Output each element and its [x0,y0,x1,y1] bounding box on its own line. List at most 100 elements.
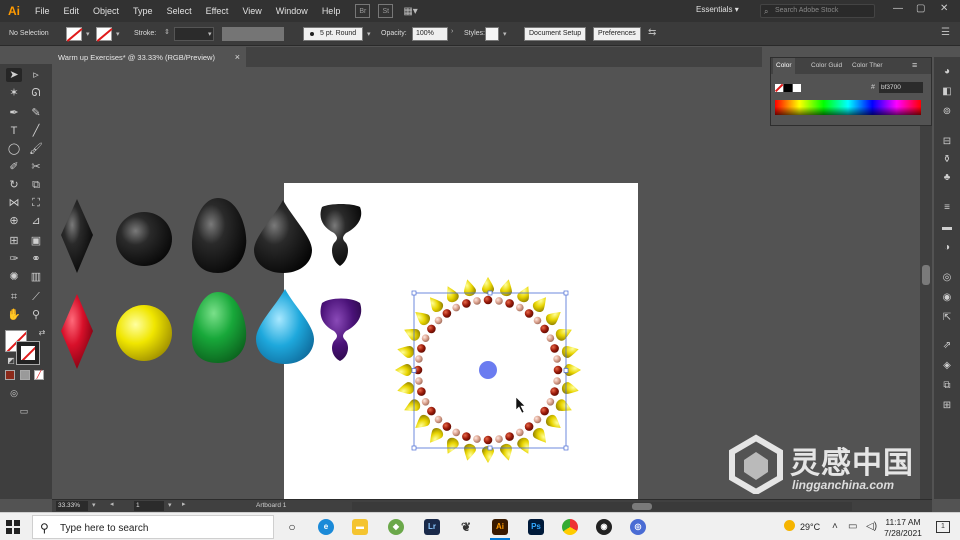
chevron-down-icon[interactable]: ▾ [116,30,120,38]
stock-search-input[interactable]: ⌕ Search Adobe Stock [760,4,875,18]
next-artboard-icon[interactable]: ▸ [182,500,186,508]
graphic-style-swatch[interactable] [485,27,499,41]
preferences-button[interactable]: Preferences [593,27,641,41]
layers-icon[interactable]: ◈ [940,359,954,373]
temperature[interactable]: 29°C [800,522,820,532]
menu-view[interactable]: View [235,6,268,16]
color-mode-icon[interactable] [5,370,15,380]
chrome-icon[interactable] [562,519,578,535]
vertical-scroll-thumb[interactable] [922,265,930,285]
color-themes-icon[interactable]: ⊚ [940,105,954,119]
notifications-icon[interactable]: 1 [936,521,950,533]
variable-width-profile[interactable] [222,27,284,41]
stroke-none-swatch[interactable] [96,27,112,41]
curvature-tool-icon[interactable]: ✎ [28,106,44,120]
lasso-tool-icon[interactable]: ᘏ [28,86,44,100]
chevron-down-icon[interactable]: ▾ [92,501,96,509]
ellipse-tool-icon[interactable]: ◯ [6,142,22,156]
arrange-documents-icon[interactable]: ▦▾ [403,6,417,17]
tab-color-themes[interactable]: Color Ther [852,62,883,69]
gradient-panel-icon[interactable]: ▬ [940,221,954,235]
black-swatch[interactable] [784,84,792,92]
menu-effect[interactable]: Effect [199,6,236,16]
line-tool-icon[interactable]: ╱ [28,124,44,138]
network-icon[interactable]: ▭ [848,521,857,532]
symbol-sprayer-tool-icon[interactable]: ✺ [6,270,22,284]
brush-definition[interactable]: 5 pt. Round [303,27,363,41]
color-panel-icon[interactable]: ◕ [940,65,954,79]
none-swatch[interactable] [775,84,783,92]
app-bird-icon[interactable]: ❦ [458,519,474,535]
stroke-color-swatch[interactable] [16,341,40,365]
width-tool-icon[interactable]: ⋈ [6,196,22,210]
mesh-tool-icon[interactable]: ⊞ [6,234,22,248]
chevron-down-icon[interactable]: ▾ [367,30,371,38]
chevron-right-icon[interactable]: › [451,28,453,35]
column-graph-tool-icon[interactable]: ▥ [28,270,44,284]
volume-icon[interactable]: ◁) [866,521,877,532]
weather-icon[interactable] [784,520,795,531]
illustrator-taskbar-icon[interactable]: Ai [492,519,508,535]
color-guide-icon[interactable]: ◧ [940,85,954,99]
eyedropper-tool-icon[interactable]: ✑ [6,252,22,266]
hand-tool-icon[interactable]: ✋ [6,308,22,322]
graphic-styles-icon[interactable]: ◉ [940,291,954,305]
gradient-tool-icon[interactable]: ▣ [28,234,44,248]
screen-mode-icon[interactable]: ▭ [16,404,32,418]
zoom-level-input[interactable]: 33.33% [56,501,88,511]
workspace-switcher[interactable]: Essentials ▾ [696,5,739,14]
photoshop-icon[interactable]: Ps [528,519,544,535]
previous-artboard-icon[interactable]: ◂ [110,500,114,508]
task-view-icon[interactable]: ○ [284,519,300,535]
taskbar-search-input[interactable]: ⚲ Type here to search [32,515,274,539]
menu-window[interactable]: Window [269,6,315,16]
file-explorer-icon[interactable]: ▬ [352,519,368,535]
menu-type[interactable]: Type [126,6,160,16]
pen-tool-icon[interactable]: ✒ [6,106,22,120]
close-icon[interactable]: × [235,52,240,62]
free-transform-tool-icon[interactable]: ⛶ [28,196,44,210]
clock-time[interactable]: 11:17 AM [884,517,922,527]
draw-mode-icon[interactable]: ◎ [6,386,22,400]
libraries-icon[interactable]: ⊟ [940,135,954,149]
menu-help[interactable]: Help [315,6,348,16]
symbols-icon[interactable]: ♣ [940,171,954,185]
none-mode-icon[interactable]: ╱ [34,370,44,380]
lightroom-icon[interactable]: Lr [424,519,440,535]
maximize-icon[interactable]: ▢ [916,3,925,14]
white-swatch[interactable] [793,84,801,92]
app-green-icon[interactable]: ◆ [388,519,404,535]
stock-button[interactable]: St [378,4,394,18]
document-tab[interactable]: Warm up Exercises* @ 33.33% (RGB/Preview… [52,47,246,67]
stroke-label[interactable]: Stroke: [134,30,156,37]
shape-builder-tool-icon[interactable]: ⊕ [6,214,22,228]
opacity-input[interactable]: 100% [412,27,448,41]
export-icon[interactable]: ⇗ [940,339,954,353]
color-spectrum[interactable] [775,100,921,115]
panel-menu-icon[interactable]: ☰ [941,27,950,38]
scissors-tool-icon[interactable]: ✂ [28,160,44,174]
artboard-number-input[interactable]: 1 [134,501,164,511]
blend-tool-icon[interactable]: ⚭ [28,252,44,266]
chevron-down-icon[interactable]: ▾ [168,501,172,509]
chevron-up-icon[interactable]: ˄ [832,521,838,532]
menu-select[interactable]: Select [160,6,199,16]
menu-file[interactable]: File [28,6,57,16]
chevron-down-icon[interactable]: ▾ [208,30,212,38]
tab-color-guide[interactable]: Color Guid [811,62,842,69]
menu-object[interactable]: Object [86,6,126,16]
zoom-tool-icon[interactable]: ⚲ [28,308,44,322]
obs-icon[interactable]: ◉ [596,519,612,535]
gradient-mode-icon[interactable] [20,370,30,380]
opacity-label[interactable]: Opacity: [381,30,407,37]
windows-start-icon[interactable] [6,520,20,534]
document-setup-button[interactable]: Document Setup [524,27,587,41]
stroke-panel-icon[interactable]: ≡ [940,201,954,215]
hex-input[interactable]: bf3700 [879,82,923,93]
clock-date[interactable]: 7/28/2021 [884,528,922,538]
paintbrush-tool-icon[interactable]: 🖌 [28,142,44,156]
transparency-panel-icon[interactable]: ◑ [940,241,954,255]
arrange-icon[interactable]: ⇆ [648,27,656,38]
stepper-icon[interactable]: ⇕ [164,28,170,36]
asset-export-icon[interactable]: ⇱ [940,311,954,325]
